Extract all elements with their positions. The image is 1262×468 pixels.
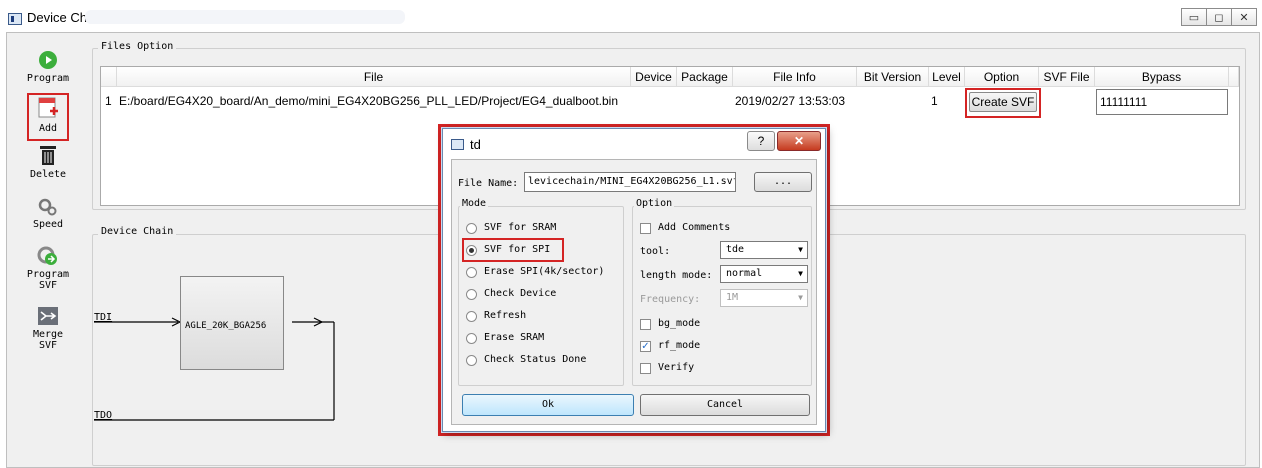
tdo-label: TDO <box>94 410 113 421</box>
chevron-down-icon: ▼ <box>798 269 803 278</box>
option-label: Option <box>634 198 675 209</box>
merge-svf-label: Merge SVF <box>32 329 64 351</box>
dialog-icon <box>451 139 464 150</box>
mode-check-status-done-label: Check Status Done <box>484 354 587 365</box>
col-svf-file[interactable]: SVF File <box>1039 67 1095 87</box>
file-name-label: File Name: <box>458 178 519 189</box>
cancel-button[interactable]: Cancel <box>640 394 810 416</box>
play-icon <box>39 51 57 69</box>
browse-button[interactable]: ... <box>754 172 812 192</box>
col-filler <box>1229 67 1239 87</box>
radio-erase-spi[interactable] <box>466 267 477 278</box>
delete-button[interactable]: Delete <box>12 144 84 180</box>
add-comments-checkbox[interactable] <box>640 223 651 234</box>
files-option-label: Files Option <box>98 41 177 52</box>
verify-label: Verify <box>658 362 695 373</box>
create-svf-highlight <box>965 88 1041 118</box>
gears-icon <box>38 198 57 216</box>
tool-select[interactable]: tde ▼ <box>720 241 808 259</box>
mode-label: Mode <box>460 198 489 209</box>
side-toolbar: Program Add Delete Speed Program SVF Mer… <box>12 38 84 463</box>
blurred-path <box>85 10 405 24</box>
chevron-down-icon: ▼ <box>798 245 803 254</box>
title-bar: Device Chain ▭ ◻ ✕ <box>0 0 1262 32</box>
add-comments-label: Add Comments <box>658 222 731 233</box>
speed-label: Speed <box>32 219 64 230</box>
program-svf-label: Program SVF <box>26 269 70 291</box>
merge-icon <box>38 307 58 325</box>
chip-label: AGLE_20K_BGA256 <box>185 321 267 331</box>
svf-spi-highlight <box>462 238 564 262</box>
radio-refresh[interactable] <box>466 311 477 322</box>
bg-mode-checkbox[interactable] <box>640 319 651 330</box>
mode-refresh-label: Refresh <box>484 310 527 321</box>
cell-file-info: 2019/02/27 13:53:03 <box>735 94 846 108</box>
cell-file[interactable]: E:/board/EG4X20_board/An_demo/mini_EG4X2… <box>119 89 631 113</box>
mode-svf-sram-label: SVF for SRAM <box>484 222 557 233</box>
col-option[interactable]: Option <box>965 67 1039 87</box>
col-level[interactable]: Level <box>929 67 965 87</box>
col-package[interactable]: Package <box>677 67 733 87</box>
rf-mode-label: rf_mode <box>658 340 701 351</box>
trash-icon <box>40 146 56 165</box>
length-mode-label: length mode: <box>640 270 713 281</box>
app-icon <box>8 13 22 25</box>
maximize-button[interactable]: ◻ <box>1206 8 1232 26</box>
delete-label: Delete <box>29 169 67 180</box>
program-label: Program <box>26 73 70 84</box>
program-svf-icon <box>37 246 57 265</box>
create-svf-dialog: td ? ✕ File Name: levicechain/MINI_EG4X2… <box>442 128 826 432</box>
minimize-button[interactable]: ▭ <box>1181 8 1207 26</box>
chip-block[interactable]: AGLE_20K_BGA256 <box>180 276 284 370</box>
chevron-down-icon: ▼ <box>798 293 803 302</box>
file-name-input[interactable]: levicechain/MINI_EG4X20BG256_L1.svf <box>524 172 736 192</box>
col-file-info[interactable]: File Info <box>733 67 857 87</box>
frequency-value: 1M <box>726 292 739 303</box>
bypass-input[interactable]: 11111111 <box>1096 89 1228 115</box>
length-mode-select[interactable]: normal ▼ <box>720 265 808 283</box>
col-bit-version[interactable]: Bit Version <box>857 67 929 87</box>
frequency-label: Frequency: <box>640 294 701 305</box>
row-header-corner <box>101 67 117 87</box>
mode-check-device-label: Check Device <box>484 288 557 299</box>
mode-erase-sram-label: Erase SRAM <box>484 332 545 343</box>
col-device[interactable]: Device <box>631 67 677 87</box>
cell-level: 1 <box>931 94 938 108</box>
rf-mode-checkbox[interactable]: ✓ <box>640 341 651 352</box>
col-file[interactable]: File <box>117 67 631 87</box>
tool-label: tool: <box>640 246 671 257</box>
verify-checkbox[interactable] <box>640 363 651 374</box>
dialog-title: td <box>470 137 481 152</box>
bg-mode-label: bg_mode <box>658 318 701 329</box>
program-button[interactable]: Program <box>12 50 84 84</box>
frequency-select: 1M ▼ <box>720 289 808 307</box>
radio-svf-sram[interactable] <box>466 223 477 234</box>
program-svf-button[interactable]: Program SVF <box>12 246 84 291</box>
add-highlight <box>27 93 69 141</box>
tool-value: tde <box>726 244 745 255</box>
tdi-label: TDI <box>94 312 113 323</box>
mode-erase-spi-label: Erase SPI(4k/sector) <box>484 266 605 277</box>
col-bypass[interactable]: Bypass <box>1095 67 1229 87</box>
radio-check-status-done[interactable] <box>466 355 477 366</box>
radio-check-device[interactable] <box>466 289 477 300</box>
dialog-body: File Name: levicechain/MINI_EG4X20BG256_… <box>451 159 817 425</box>
close-button[interactable]: ✕ <box>1231 8 1257 26</box>
length-mode-value: normal <box>726 268 763 279</box>
device-chain-label: Device Chain <box>98 226 177 237</box>
merge-svf-button[interactable]: Merge SVF <box>12 306 84 351</box>
radio-erase-sram[interactable] <box>466 333 477 344</box>
row-index: 1 <box>105 94 112 108</box>
speed-button[interactable]: Speed <box>12 198 84 230</box>
dialog-title-bar: td ? ✕ <box>443 129 825 159</box>
help-button[interactable]: ? <box>747 131 775 151</box>
dialog-close-button[interactable]: ✕ <box>777 131 821 151</box>
ok-button[interactable]: Ok <box>462 394 634 416</box>
